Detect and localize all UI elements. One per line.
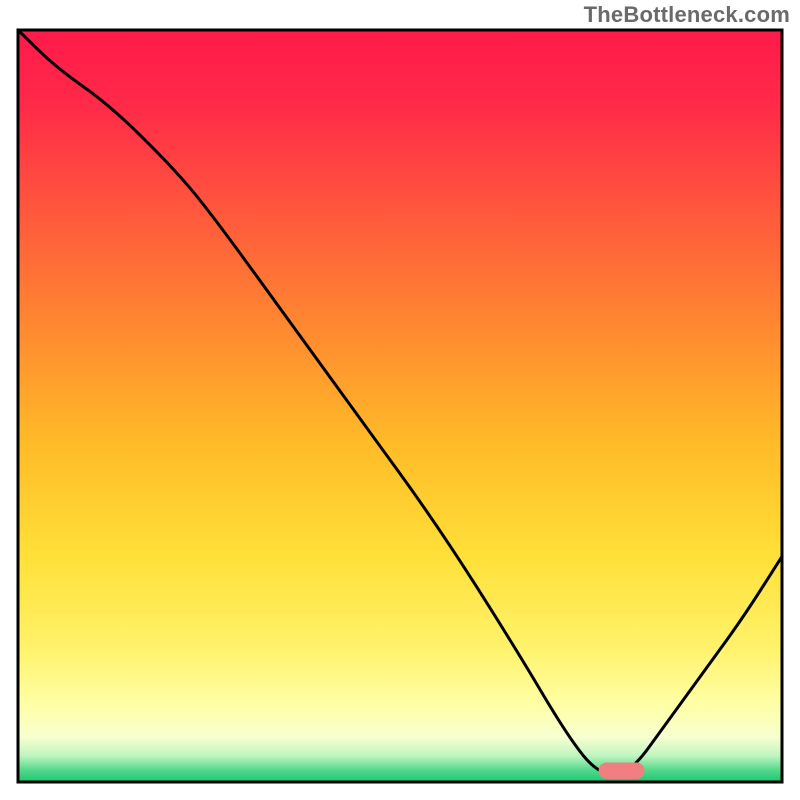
plot-background — [18, 30, 782, 782]
bottleneck-chart — [0, 0, 800, 800]
chart-container: TheBottleneck.com — [0, 0, 800, 800]
watermark-label: TheBottleneck.com — [584, 2, 790, 28]
optimal-range-marker — [599, 762, 645, 779]
